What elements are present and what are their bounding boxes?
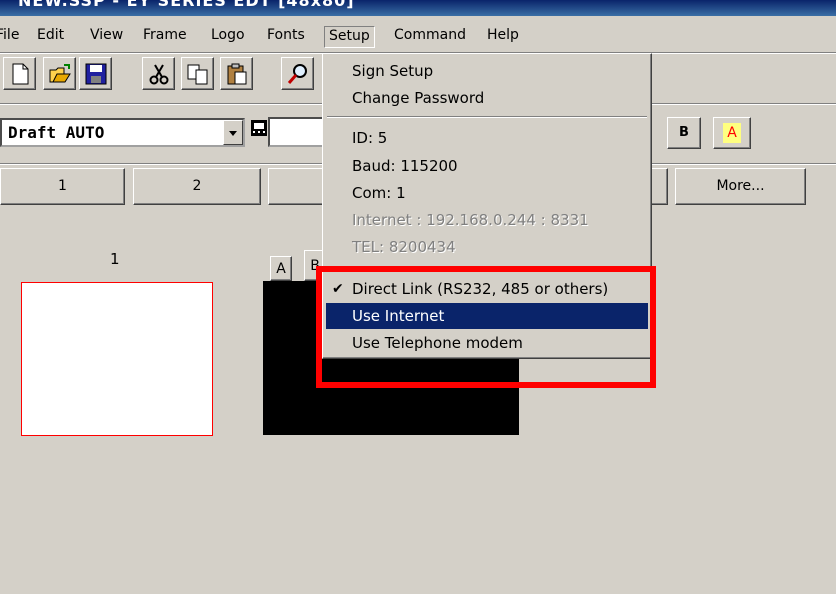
menu-view[interactable]: View <box>90 27 123 43</box>
menu-separator <box>327 116 647 118</box>
new-button[interactable] <box>3 57 36 90</box>
chevron-down-icon[interactable] <box>223 120 243 145</box>
mode-combo[interactable]: Draft AUTO <box>0 118 245 147</box>
menu-help[interactable]: Help <box>487 27 519 43</box>
cut-button[interactable] <box>142 57 175 90</box>
id-item[interactable]: ID: 5 <box>326 125 648 151</box>
menu-logo[interactable]: Logo <box>211 27 245 43</box>
com-item[interactable]: Com: 1 <box>326 180 648 206</box>
frame-preview[interactable] <box>21 282 213 436</box>
find-button[interactable] <box>281 57 314 90</box>
bold-button[interactable]: B <box>667 117 701 149</box>
internet-item: Internet : 192.168.0.244 : 8331 <box>352 211 589 229</box>
text-input[interactable] <box>268 117 324 147</box>
frame-button-3[interactable] <box>268 168 328 205</box>
menu-frame[interactable]: Frame <box>143 27 187 43</box>
font-color-button[interactable]: A <box>713 117 751 149</box>
paste-button[interactable] <box>220 57 253 90</box>
menu-command[interactable]: Command <box>394 27 466 43</box>
menu-bar: File Edit View Frame Logo Fonts Setup Co… <box>0 22 836 52</box>
menu-file[interactable]: File <box>0 27 19 43</box>
open-icon <box>49 64 71 83</box>
highlight-annotation-box <box>316 266 656 388</box>
save-icon <box>85 63 107 85</box>
new-icon <box>12 63 29 85</box>
save-button[interactable] <box>79 57 112 90</box>
sign-setup-item[interactable]: Sign Setup <box>326 58 648 84</box>
frame-label: 1 <box>110 250 120 268</box>
cut-icon <box>149 64 169 85</box>
find-icon <box>287 64 307 84</box>
menu-edit[interactable]: Edit <box>37 27 64 43</box>
film-icon[interactable] <box>250 119 268 137</box>
window-title: NEW.SSP - EY SERIES EDT [48x80] <box>18 0 355 10</box>
tab-a[interactable]: A <box>270 256 292 281</box>
tel-item: TEL: 8200434 <box>352 238 456 256</box>
baud-item[interactable]: Baud: 115200 <box>326 153 648 179</box>
menu-setup[interactable]: Setup <box>324 26 375 48</box>
frame-button-2[interactable]: 2 <box>133 168 261 205</box>
frame-button-1[interactable]: 1 <box>0 168 125 205</box>
change-password-item[interactable]: Change Password <box>326 85 648 111</box>
title-bar: NEW.SSP - EY SERIES EDT [48x80] <box>0 0 836 16</box>
more-button[interactable]: More... <box>675 168 806 205</box>
font-color-label: A <box>723 123 741 143</box>
menu-fonts[interactable]: Fonts <box>267 27 305 43</box>
copy-button[interactable] <box>181 57 214 90</box>
open-button[interactable] <box>43 57 76 90</box>
mode-value: Draft AUTO <box>8 123 105 142</box>
paste-icon <box>227 63 247 85</box>
copy-icon <box>187 64 208 85</box>
